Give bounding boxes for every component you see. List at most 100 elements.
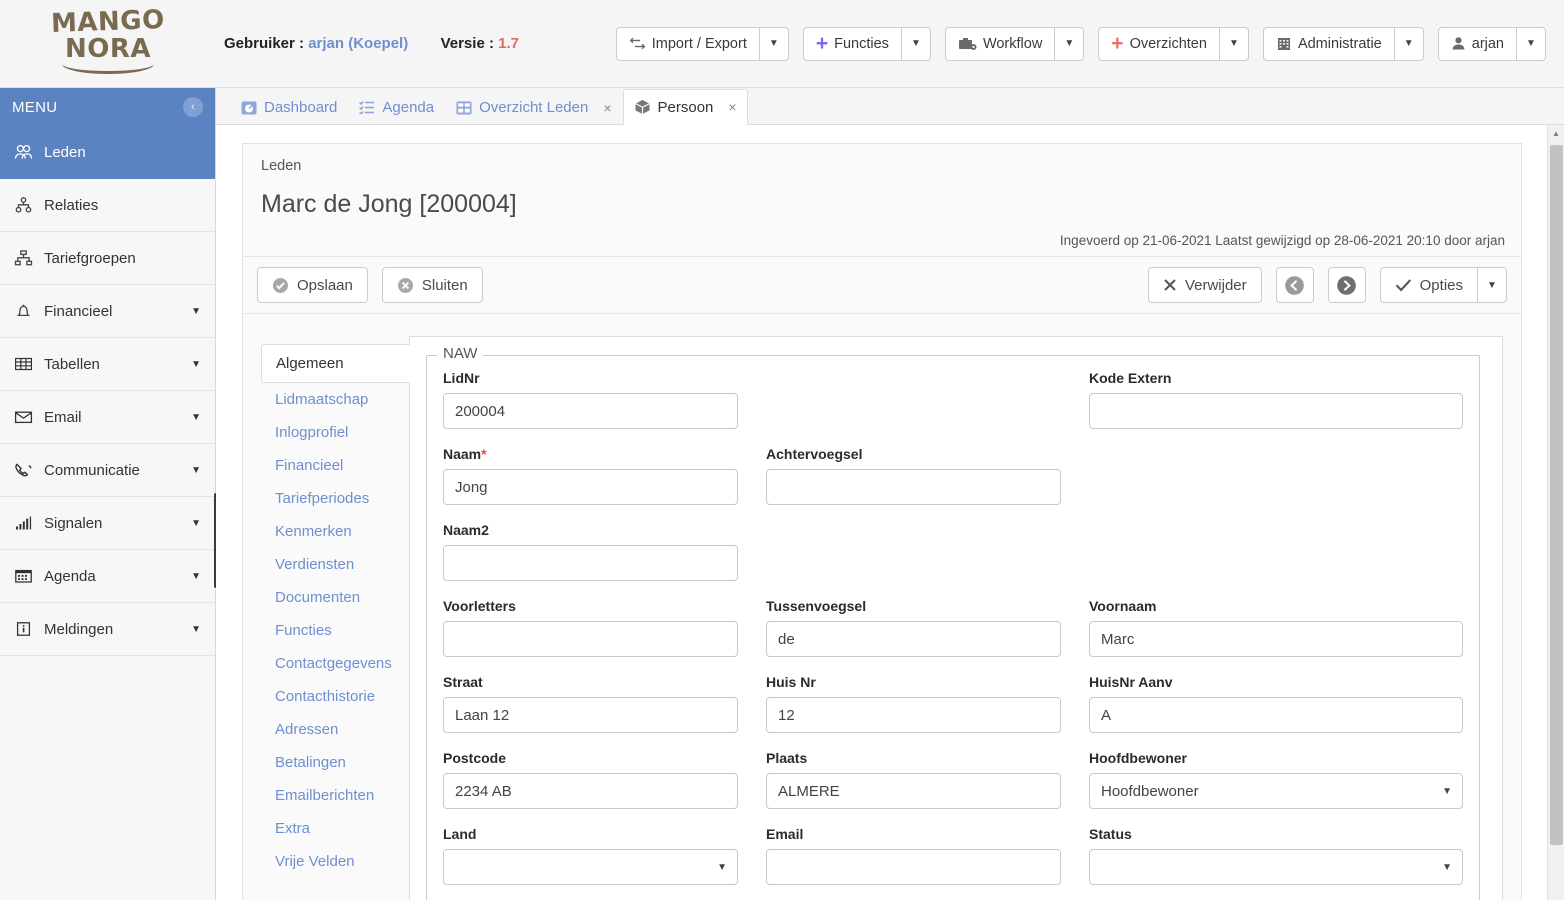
brand-logo[interactable]: MANGO NORA (0, 0, 216, 88)
chevron-down-icon[interactable]: ▼ (191, 624, 201, 635)
chevron-down-icon[interactable]: ▼ (191, 571, 201, 582)
administratie-button[interactable]: Administratie (1262, 26, 1394, 61)
save-button[interactable]: Opslaan (257, 267, 368, 303)
chevron-down-icon[interactable]: ▼ (191, 306, 201, 317)
tussenvoegsel-input[interactable] (766, 621, 1061, 657)
tab-overzicht-leden[interactable]: Overzicht Leden × (445, 89, 622, 125)
vtab-vrije-velden[interactable]: Vrije Velden (261, 845, 409, 878)
administratie-dropdown-toggle[interactable]: ▼ (1393, 26, 1424, 61)
options-button[interactable]: Opties (1379, 267, 1477, 303)
vtab-verdiensten[interactable]: Verdiensten (261, 548, 409, 581)
import-export-button[interactable]: Import / Export (615, 26, 759, 61)
vtab-inlogprofiel[interactable]: Inlogprofiel (261, 416, 409, 449)
tab-agenda[interactable]: Agenda (348, 89, 445, 125)
page-scrollbar[interactable]: ▲ (1547, 125, 1564, 900)
overzichten-button[interactable]: + Overzichten (1098, 26, 1219, 61)
hoofdbewoner-select[interactable] (1089, 773, 1463, 809)
field-land-label: Land (443, 826, 477, 842)
tab-persoon-label: Persoon (657, 98, 714, 116)
workflow-dropdown-toggle[interactable]: ▼ (1054, 26, 1085, 61)
tab-dashboard[interactable]: Dashboard (230, 89, 348, 125)
workflow-label: Workflow (982, 35, 1043, 52)
status-select-wrap: ▼ (1089, 849, 1463, 885)
vtab-kenmerken[interactable]: Kenmerken (261, 515, 409, 548)
vtab-algemeen[interactable]: Algemeen (261, 344, 410, 383)
email-input[interactable] (766, 849, 1061, 885)
lidnr-input[interactable] (443, 393, 738, 429)
previous-record-button[interactable] (1275, 267, 1314, 303)
vtab-lidmaatschap[interactable]: Lidmaatschap (261, 383, 409, 416)
user-name-link[interactable]: arjan (Koepel) (308, 35, 408, 52)
workflow-button[interactable]: Workflow (944, 26, 1055, 61)
functies-dropdown-toggle[interactable]: ▼ (900, 26, 931, 61)
field-lidnr-label: LidNr (443, 370, 480, 386)
next-record-button[interactable] (1327, 267, 1366, 303)
sidebar-collapse-icon[interactable]: ‹ (183, 97, 203, 117)
chevron-down-icon[interactable]: ▼ (191, 465, 201, 476)
status-select[interactable] (1089, 849, 1463, 885)
sidebar-item-agenda[interactable]: Agenda ▼ (0, 550, 215, 603)
voornaam-input[interactable] (1089, 621, 1463, 657)
vtab-contacthistorie[interactable]: Contacthistorie (261, 680, 409, 713)
plaats-input[interactable] (766, 773, 1061, 809)
sidebar-item-financieel[interactable]: Financieel ▼ (0, 285, 215, 338)
vtab-adressen[interactable]: Adressen (261, 713, 409, 746)
tab-overzicht-leden-close-icon[interactable]: × (603, 100, 611, 116)
chevron-down-icon[interactable]: ▼ (191, 518, 201, 529)
sidebar-item-relaties[interactable]: Relaties (0, 179, 215, 232)
functies-button[interactable]: + Functies (802, 26, 901, 61)
achtervoegsel-input[interactable] (766, 469, 1061, 505)
sidebar-item-tabellen[interactable]: Tabellen ▼ (0, 338, 215, 391)
vtab-emailberichten[interactable]: Emailberichten (261, 779, 409, 812)
field-tussenvoegsel: Tussenvoegsel (766, 598, 1061, 657)
vtab-tariefperiodes[interactable]: Tariefperiodes (261, 482, 409, 515)
chevron-down-icon[interactable]: ▼ (191, 359, 201, 370)
chevron-down-icon[interactable]: ▼ (191, 412, 201, 423)
vtab-betalingen[interactable]: Betalingen (261, 746, 409, 779)
field-naam-label-text: Naam (443, 446, 482, 462)
import-export-dropdown-toggle[interactable]: ▼ (758, 26, 789, 61)
naam2-input[interactable] (443, 545, 738, 581)
close-button[interactable]: Sluiten (381, 267, 483, 303)
vtab-financieel[interactable]: Financieel (261, 449, 409, 482)
sidebar-item-leden[interactable]: Leden (0, 126, 215, 179)
tab-persoon[interactable]: Persoon × (622, 89, 748, 125)
field-voornaam: Voornaam (1089, 598, 1463, 657)
sidebar-item-email[interactable]: Email ▼ (0, 391, 215, 444)
form-grid: LidNr Kode Extern Naam* (443, 370, 1463, 900)
postcode-input[interactable] (443, 773, 738, 809)
overzichten-dropdown-toggle[interactable]: ▼ (1218, 26, 1249, 61)
account-dropdown-toggle[interactable]: ▼ (1516, 26, 1546, 61)
land-select[interactable] (443, 849, 738, 885)
field-postcode: Postcode (443, 750, 738, 809)
vtab-functies[interactable]: Functies (261, 614, 409, 647)
sidebar-item-communicatie[interactable]: Communicatie ▼ (0, 444, 215, 497)
sidebar-item-meldingen[interactable]: Meldingen ▼ (0, 603, 215, 656)
page-scrollbar-thumb[interactable] (1550, 145, 1563, 845)
arrow-right-circle-icon (1336, 275, 1357, 296)
options-dropdown-toggle[interactable]: ▼ (1477, 267, 1507, 303)
huisnr-input[interactable] (766, 697, 1061, 733)
sidebar-item-tariefgroepen[interactable]: Tariefgroepen (0, 232, 215, 285)
huisnr-aanv-input[interactable] (1089, 697, 1463, 733)
sidebar-item-signalen[interactable]: Signalen ▼ (0, 497, 215, 550)
account-button[interactable]: arjan (1437, 26, 1516, 61)
vtab-documenten[interactable]: Documenten (261, 581, 409, 614)
vtab-label: Kenmerken (275, 523, 352, 540)
vtab-extra[interactable]: Extra (261, 812, 409, 845)
straat-input[interactable] (443, 697, 738, 733)
tab-persoon-close-icon[interactable]: × (728, 99, 736, 115)
sidebar-header: MENU ‹ (0, 88, 215, 126)
vtab-contactgegevens[interactable]: Contactgegevens (261, 647, 409, 680)
main-content: Leden Marc de Jong [200004] Ingevoerd op… (216, 125, 1564, 900)
user-version-info: Gebruiker : arjan (Koepel) Versie : 1.7 (224, 35, 519, 52)
kode-extern-input[interactable] (1089, 393, 1463, 429)
scroll-up-icon[interactable]: ▲ (1548, 125, 1564, 142)
voorletters-input[interactable] (443, 621, 738, 657)
delete-label: Verwijder (1184, 276, 1247, 294)
vtab-label: Documenten (275, 589, 361, 606)
naam-input[interactable] (443, 469, 738, 505)
tab-bar: Dashboard Agenda Overzicht Leden × Perso… (216, 88, 1564, 125)
vtab-label: Algemeen (276, 355, 344, 372)
delete-button[interactable]: Verwijder (1147, 267, 1262, 303)
